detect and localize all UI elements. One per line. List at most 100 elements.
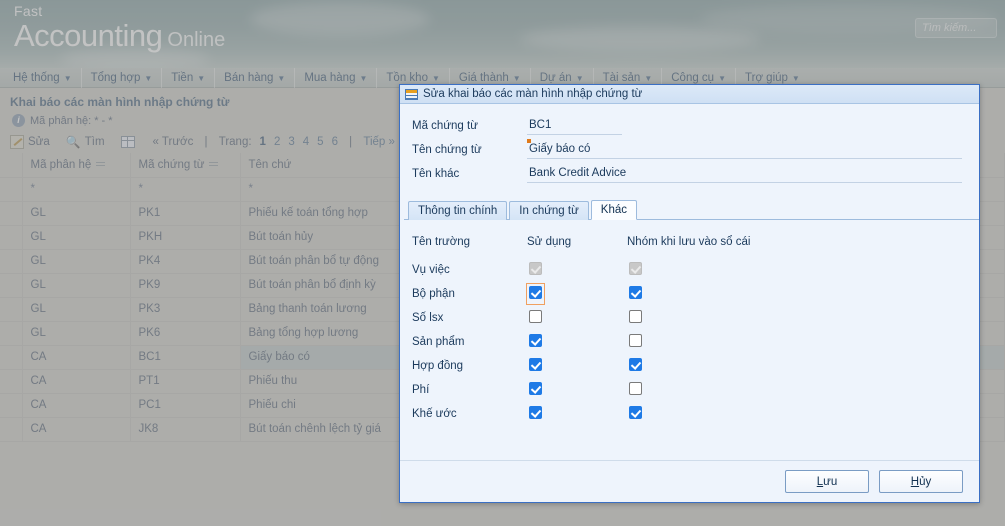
checkbox-group-cell bbox=[627, 404, 727, 424]
page-number-6[interactable]: 6 bbox=[332, 136, 338, 148]
separator: | bbox=[345, 136, 356, 148]
menu-label: Tài sản bbox=[602, 71, 641, 84]
chevron-down-icon: ▼ bbox=[359, 73, 368, 83]
cancel-accesskey: H bbox=[910, 475, 920, 488]
checkbox-group-cell bbox=[627, 380, 727, 400]
page-number-4[interactable]: 4 bbox=[303, 136, 309, 148]
tab-thong-tin-chinh[interactable]: Thông tin chính bbox=[408, 201, 508, 220]
page-number-1[interactable]: 1 bbox=[260, 136, 266, 148]
checkbox-use-cell bbox=[527, 356, 627, 376]
row-indicator bbox=[0, 345, 23, 370]
tab-panel-khac: Tên trường Sử dụng Nhóm khi lưu vào sổ c… bbox=[400, 220, 979, 460]
row-label: Vụ việc bbox=[412, 264, 450, 276]
chevron-down-icon: ▼ bbox=[197, 73, 206, 83]
cloud-decoration bbox=[250, 2, 430, 36]
next-page-link[interactable]: Tiếp » bbox=[363, 136, 395, 148]
checkbox-su-dung-bo-phan[interactable] bbox=[529, 286, 542, 299]
checkbox-row-vu-viec: Vụ việc bbox=[400, 258, 979, 282]
menu-item-tien[interactable]: Tiền ▼ bbox=[162, 67, 216, 88]
chevron-down-icon: ▼ bbox=[718, 73, 727, 83]
page-number-5[interactable]: 5 bbox=[317, 136, 323, 148]
logo-line-fast: Fast bbox=[14, 3, 43, 19]
checkbox-nhom-phi[interactable] bbox=[629, 382, 642, 395]
menu-label: Mua hàng bbox=[304, 71, 356, 84]
app-root: Fast Accounting Online Tìm kiếm... Hệ thố… bbox=[0, 0, 1005, 526]
filter-cell-ma-chung-tu[interactable]: * bbox=[130, 177, 241, 202]
cell-ma-chung-tu: BC1 bbox=[130, 345, 241, 370]
page-text: Trang: bbox=[218, 136, 252, 148]
dialog-title: Sửa khai báo các màn hình nhập chứng từ bbox=[423, 88, 643, 100]
menu-item-ban-hang[interactable]: Bán hàng ▼ bbox=[215, 67, 296, 88]
prev-page-link[interactable]: « Trước bbox=[153, 136, 194, 148]
row-indicator bbox=[0, 321, 23, 346]
checkbox-su-dung-vu-viec bbox=[529, 262, 542, 275]
header-ma-phan-he[interactable]: Mã phân hệ bbox=[22, 153, 131, 178]
logo-online: Online bbox=[167, 29, 226, 51]
header-ten-truong: Tên trường bbox=[412, 236, 471, 248]
checkbox-nhom-khe-uoc[interactable] bbox=[629, 406, 642, 419]
checkbox-nhom-so-lsx[interactable] bbox=[629, 310, 642, 323]
chevron-down-icon: ▼ bbox=[512, 73, 521, 83]
input-ten-khac[interactable]: Bank Credit Advice bbox=[527, 165, 962, 183]
window-grid-icon bbox=[405, 88, 418, 100]
row-indicator bbox=[0, 225, 23, 250]
find-label: Tìm bbox=[84, 136, 105, 148]
pencil-icon bbox=[10, 135, 24, 149]
menu-label: Giá thành bbox=[458, 71, 509, 84]
page-number-3[interactable]: 3 bbox=[288, 136, 294, 148]
dialog-titlebar[interactable]: Sửa khai báo các màn hình nhập chứng từ bbox=[400, 85, 979, 104]
binoculars-icon: 🔍 bbox=[65, 135, 81, 149]
row-indicator bbox=[0, 297, 23, 322]
cell-ma-chung-tu: PK1 bbox=[130, 201, 241, 226]
input-ma-chung-tu[interactable]: BC1 bbox=[527, 117, 622, 135]
column-chooser-button[interactable] bbox=[120, 136, 135, 148]
chevron-down-icon: ▼ bbox=[644, 73, 653, 83]
menu-item-tong-hop[interactable]: Tổng hợp ▼ bbox=[82, 67, 163, 88]
cancel-button[interactable]: Hủy bbox=[879, 470, 963, 493]
label-ten-khac: Tên khác bbox=[412, 168, 460, 180]
cell-ma-phan-he: CA bbox=[22, 369, 131, 394]
tab-khac[interactable]: Khác bbox=[590, 200, 638, 220]
cell-ma-phan-he: GL bbox=[22, 225, 131, 250]
checkbox-su-dung-khe-uoc[interactable] bbox=[529, 406, 542, 419]
checkbox-su-dung-phi[interactable] bbox=[529, 382, 542, 395]
filter-icon[interactable] bbox=[96, 161, 105, 168]
row-indicator bbox=[0, 369, 23, 394]
cell-ma-chung-tu: JK8 bbox=[130, 417, 241, 442]
input-ten-chung-tu[interactable]: Giấy báo có bbox=[527, 141, 962, 159]
row-indicator bbox=[0, 273, 23, 298]
checkbox-nhom-vu-viec bbox=[629, 262, 642, 275]
checkbox-nhom-san-pham[interactable] bbox=[629, 334, 642, 347]
checkbox-nhom-bo-phan[interactable] bbox=[629, 286, 642, 299]
save-button[interactable]: Lưu bbox=[785, 470, 869, 493]
checkbox-su-dung-san-pham[interactable] bbox=[529, 334, 542, 347]
menu-label: Bán hàng bbox=[224, 71, 274, 84]
checkbox-group-cell bbox=[627, 332, 727, 352]
cloud-decoration bbox=[520, 26, 760, 52]
global-search-input[interactable]: Tìm kiếm... bbox=[915, 18, 997, 38]
cell-ma-phan-he: CA bbox=[22, 345, 131, 370]
filter-cell-ma-phan-he[interactable]: * bbox=[22, 177, 131, 202]
checkbox-nhom-hop-dong[interactable] bbox=[629, 358, 642, 371]
checkbox-su-dung-hop-dong[interactable] bbox=[529, 358, 542, 371]
menu-item-he-thong[interactable]: Hệ thống ▼ bbox=[4, 67, 82, 88]
cell-ma-phan-he: GL bbox=[22, 201, 131, 226]
row-indicator bbox=[0, 201, 23, 226]
checkbox-group-cell bbox=[627, 284, 727, 304]
dialog-tabstrip: Thông tin chính In chứng từ Khác bbox=[404, 200, 979, 220]
checkbox-su-dung-so-lsx[interactable] bbox=[529, 310, 542, 323]
checkbox-group-cell bbox=[627, 356, 727, 376]
checkbox-row-khe-uoc: Khế ước bbox=[400, 402, 979, 426]
tab-in-chung-tu[interactable]: In chứng từ bbox=[509, 201, 589, 220]
menu-label: Hệ thống bbox=[13, 71, 60, 84]
checkbox-row-hop-dong: Hợp đồng bbox=[400, 354, 979, 378]
chevron-down-icon: ▼ bbox=[431, 73, 440, 83]
menu-item-mua-hang[interactable]: Mua hàng ▼ bbox=[295, 67, 378, 88]
edit-button[interactable]: Sửa bbox=[10, 135, 50, 149]
filter-icon[interactable] bbox=[209, 161, 218, 168]
header-ma-chung-tu[interactable]: Mã chứng từ bbox=[130, 153, 241, 178]
find-button[interactable]: 🔍 Tìm bbox=[66, 135, 105, 149]
page-number-2[interactable]: 2 bbox=[274, 136, 280, 148]
menu-label: Trợ giúp bbox=[745, 71, 788, 84]
cell-ma-phan-he: GL bbox=[22, 297, 131, 322]
